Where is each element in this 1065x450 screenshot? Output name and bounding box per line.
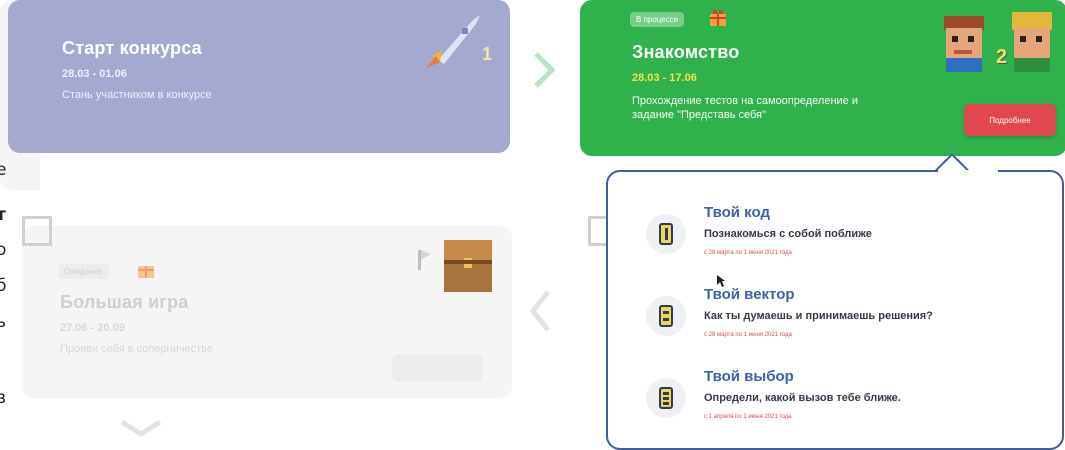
stage-desc: Стань участником в конкурсе bbox=[62, 89, 212, 101]
step-title[interactable]: Твой вектор bbox=[704, 286, 795, 303]
step-item[interactable]: Твой вектор Как ты думаешь и принимаешь … bbox=[608, 284, 1048, 354]
treasure-chest-icon bbox=[444, 240, 492, 292]
placeholder-square bbox=[22, 216, 52, 246]
step-number-badge bbox=[646, 378, 686, 418]
cursor-icon bbox=[717, 275, 725, 287]
step-subtitle: Как ты думаешь и принимаешь решения? bbox=[704, 310, 933, 322]
step-date: с 28 марта по 1 июня 2021 года bbox=[704, 250, 792, 256]
cut-char: ь bbox=[0, 312, 7, 332]
stage-card-meet[interactable]: В процессе Знакомство 28.03 - 17.06 Прох… bbox=[580, 0, 1065, 156]
cut-char: т bbox=[0, 205, 6, 225]
step-number-badge bbox=[646, 214, 686, 254]
step-title[interactable]: Твой выбор bbox=[704, 368, 794, 385]
stage-title: Большая игра bbox=[60, 292, 189, 312]
stage-title: Знакомство bbox=[632, 42, 740, 62]
number-one-icon bbox=[659, 223, 673, 245]
gift-icon bbox=[710, 10, 726, 26]
chevron-left-icon bbox=[529, 290, 550, 332]
more-button-disabled[interactable] bbox=[392, 354, 482, 382]
step-subtitle: Познакомься с собой поближе bbox=[704, 228, 872, 240]
cut-char: в bbox=[0, 388, 7, 408]
stage-number: 1 bbox=[482, 44, 493, 64]
stage-dates: 28.03 - 17.06 bbox=[632, 72, 697, 84]
number-two-icon bbox=[659, 305, 673, 327]
number-three-icon bbox=[659, 387, 673, 409]
cut-char: е bbox=[0, 160, 7, 180]
step-title[interactable]: Твой код bbox=[704, 204, 770, 221]
notch-mask bbox=[938, 170, 998, 174]
stage-dates: 28.03 - 01.06 bbox=[62, 68, 127, 80]
stage-desc: Прояви себя в соперничестве bbox=[60, 343, 213, 355]
stage-card-game[interactable]: Ожидание Большая игра 27.06 - 20.09 Проя… bbox=[22, 226, 512, 398]
chevron-right-icon bbox=[534, 52, 556, 88]
step-date: с 1 апреля по 1 июня 2021 года bbox=[704, 414, 792, 420]
step-item[interactable]: Твой выбор Определи, какой вызов тебе бл… bbox=[608, 366, 1048, 436]
gift-icon bbox=[138, 266, 154, 278]
step-subtitle: Определи, какой вызов тебе ближе. bbox=[704, 392, 901, 404]
stage-title: Старт конкурса bbox=[62, 38, 202, 58]
stage-card-start[interactable]: Старт конкурса 28.03 - 01.06 Стань участ… bbox=[8, 0, 510, 153]
step-number-badge bbox=[646, 296, 686, 336]
chevron-down-icon bbox=[120, 420, 162, 436]
step-item[interactable]: Твой код Познакомься с собой поближе с 2… bbox=[608, 202, 1048, 272]
cut-char: о bbox=[0, 240, 7, 260]
more-button[interactable]: Подробнее bbox=[964, 104, 1056, 136]
stage-desc-line2: задание "Представь себя" bbox=[632, 109, 766, 121]
stage-dates: 27.06 - 20.09 bbox=[60, 322, 125, 334]
stage-details-popup: Твой код Познакомься с собой поближе с 2… bbox=[606, 170, 1064, 450]
stage-desc-line1: Прохождение тестов на самоопределение и bbox=[632, 95, 858, 107]
rocket-icon bbox=[426, 15, 480, 68]
stage-number: 2 bbox=[996, 46, 1008, 68]
status-badge: В процессе bbox=[630, 12, 685, 27]
pennant-icon bbox=[418, 250, 431, 270]
step-date: с 28 марта по 1 июня 2021 года bbox=[704, 332, 792, 338]
status-badge: Ожидание bbox=[58, 264, 109, 279]
cut-char: б bbox=[0, 276, 7, 296]
